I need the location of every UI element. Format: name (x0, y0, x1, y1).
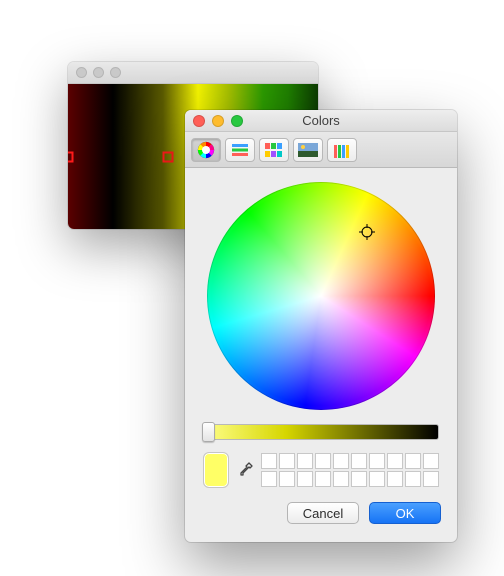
swatch-wells (261, 453, 439, 487)
cancel-button[interactable]: Cancel (287, 502, 359, 524)
swatch-well[interactable] (333, 453, 349, 469)
zoom-icon[interactable] (231, 115, 243, 127)
wheel-crosshair[interactable] (359, 224, 375, 240)
swatch-well[interactable] (351, 471, 367, 487)
crayons-icon (333, 142, 351, 158)
swatch-well[interactable] (387, 453, 403, 469)
disabled-traffic-dot (93, 67, 104, 78)
palette-icon (265, 143, 283, 157)
color-wheel[interactable] (207, 182, 435, 410)
swatch-well[interactable] (423, 471, 439, 487)
current-color-swatch[interactable] (203, 452, 229, 488)
swatch-well[interactable] (261, 471, 277, 487)
swatch-well[interactable] (297, 453, 313, 469)
swatch-well[interactable] (387, 471, 403, 487)
dialog-buttons: Cancel OK (185, 496, 457, 538)
tab-color-wheel[interactable] (191, 138, 221, 162)
swatch-well[interactable] (333, 471, 349, 487)
picker-titlebar: Colors (185, 110, 457, 132)
swatch-row (185, 448, 457, 496)
window-title: Colors (185, 113, 457, 128)
ok-button[interactable]: OK (369, 502, 441, 524)
swatch-well[interactable] (369, 453, 385, 469)
swatch-well[interactable] (297, 471, 313, 487)
tab-color-palettes[interactable] (259, 138, 289, 162)
swatch-well[interactable] (315, 453, 331, 469)
brightness-slider[interactable] (203, 424, 439, 440)
swatch-well[interactable] (423, 453, 439, 469)
tab-pencils[interactable] (327, 138, 357, 162)
sliders-icon (231, 143, 249, 157)
color-picker-window: Colors (185, 110, 457, 542)
picker-tabs (185, 132, 457, 168)
disabled-traffic-dot (110, 67, 121, 78)
eyedropper-icon (237, 462, 253, 478)
swatch-well[interactable] (261, 453, 277, 469)
gradient-titlebar (68, 62, 318, 84)
eyedropper-button[interactable] (237, 459, 253, 481)
swatch-well[interactable] (315, 471, 331, 487)
gradient-handle[interactable] (68, 151, 74, 162)
tab-color-sliders[interactable] (225, 138, 255, 162)
brightness-knob[interactable] (202, 422, 215, 442)
close-icon[interactable] (193, 115, 205, 127)
color-wheel-area (185, 168, 457, 420)
swatch-well[interactable] (279, 471, 295, 487)
image-icon (298, 143, 318, 157)
swatch-well[interactable] (279, 453, 295, 469)
gradient-handle[interactable] (163, 151, 174, 162)
swatch-well[interactable] (351, 453, 367, 469)
color-wheel-icon (197, 141, 215, 159)
swatch-well[interactable] (405, 471, 421, 487)
tab-image-palettes[interactable] (293, 138, 323, 162)
swatch-well[interactable] (369, 471, 385, 487)
minimize-icon[interactable] (212, 115, 224, 127)
disabled-traffic-dot (76, 67, 87, 78)
swatch-well[interactable] (405, 453, 421, 469)
